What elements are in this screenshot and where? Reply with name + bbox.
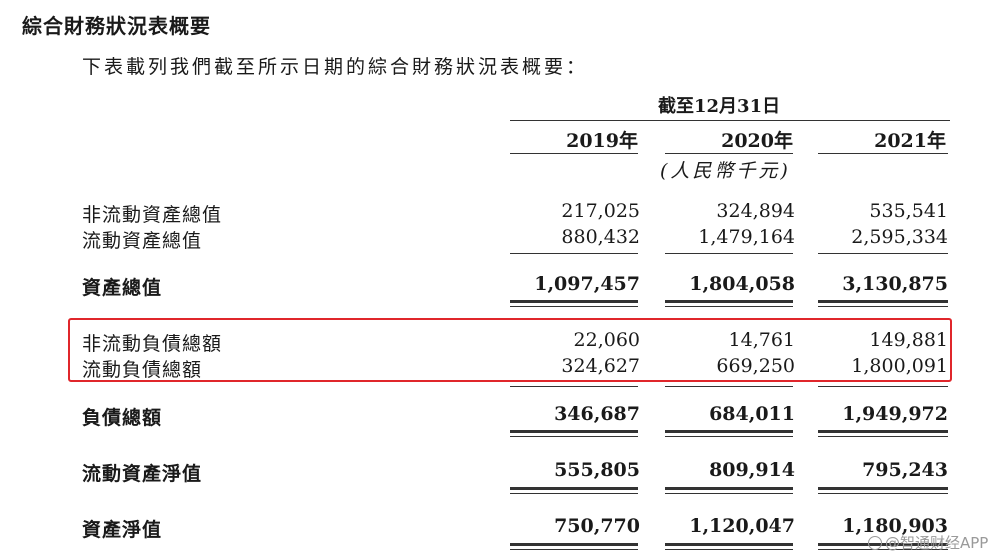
double-rule xyxy=(665,300,793,303)
total-row-label: 負債總額 xyxy=(82,407,163,429)
row-value: 1,479,164 xyxy=(698,226,795,248)
row-value: 669,250 xyxy=(716,355,795,377)
section-title: 綜合財務狀況表概要 xyxy=(22,14,211,38)
row-value: 14,761 xyxy=(728,329,795,351)
double-rule xyxy=(510,436,638,437)
double-rule xyxy=(665,487,793,490)
year-2020-header: 2020年 xyxy=(721,130,793,152)
row-value: 324,894 xyxy=(716,200,795,222)
total-row-value: 795,243 xyxy=(862,459,948,481)
row-value: 535,541 xyxy=(869,200,948,222)
watermark: @智通财经APP xyxy=(868,532,988,553)
double-rule xyxy=(510,487,638,490)
double-rule xyxy=(665,549,793,550)
double-rule xyxy=(510,493,638,494)
total-row-label: 資產總值 xyxy=(82,277,163,299)
double-rule xyxy=(510,300,638,303)
rule xyxy=(818,253,948,254)
total-row-value: 555,805 xyxy=(554,459,640,481)
double-rule xyxy=(510,306,638,307)
total-row-value: 684,011 xyxy=(709,403,795,425)
rule xyxy=(818,386,948,387)
double-rule xyxy=(818,487,948,490)
double-rule xyxy=(818,493,948,494)
unit-label: (人民幣千元) xyxy=(660,160,791,182)
year-2019-header: 2019年 xyxy=(566,130,638,152)
total-row-label: 資產淨值 xyxy=(82,519,163,541)
row-value: 2,595,334 xyxy=(851,226,948,248)
double-rule xyxy=(665,430,793,433)
row-label: 非流動資產總值 xyxy=(82,204,223,226)
year-underline-2 xyxy=(665,153,793,154)
row-label: 流動負債總額 xyxy=(82,359,203,381)
total-row-value: 809,914 xyxy=(709,459,795,481)
row-value: 217,025 xyxy=(561,200,640,222)
total-row-value: 750,770 xyxy=(554,515,640,537)
double-rule xyxy=(818,300,948,303)
double-rule xyxy=(665,493,793,494)
double-rule xyxy=(665,306,793,307)
row-label: 非流動負債總額 xyxy=(82,333,223,355)
double-rule xyxy=(510,543,638,546)
total-row-value: 346,687 xyxy=(554,403,640,425)
total-row-value: 1,804,058 xyxy=(689,273,795,295)
total-row-value: 1,120,047 xyxy=(689,515,795,537)
row-value: 22,060 xyxy=(573,329,640,351)
double-rule xyxy=(818,306,948,307)
rule xyxy=(665,386,793,387)
double-rule xyxy=(665,543,793,546)
double-rule xyxy=(510,430,638,433)
watermark-logo-icon xyxy=(868,536,882,550)
year-underline-1 xyxy=(510,153,638,154)
double-rule xyxy=(510,549,638,550)
rule xyxy=(510,386,638,387)
double-rule xyxy=(818,430,948,433)
row-value: 1,800,091 xyxy=(851,355,948,377)
period-header: 截至12月31日 xyxy=(658,96,781,117)
year-underline-3 xyxy=(818,153,948,154)
rule xyxy=(665,253,793,254)
double-rule xyxy=(665,436,793,437)
period-underline xyxy=(510,120,950,121)
total-row-value: 1,097,457 xyxy=(534,273,640,295)
row-value: 324,627 xyxy=(561,355,640,377)
rule xyxy=(510,253,638,254)
year-2021-header: 2021年 xyxy=(874,130,946,152)
double-rule xyxy=(818,436,948,437)
row-label: 流動資產總值 xyxy=(82,230,203,252)
watermark-text: @智通财经APP xyxy=(885,534,989,552)
total-row-value: 1,949,972 xyxy=(842,403,948,425)
total-row-value: 3,130,875 xyxy=(842,273,948,295)
total-row-label: 流動資產淨值 xyxy=(82,463,203,485)
intro-text: 下表載列我們截至所示日期的綜合財務狀況表概要： xyxy=(82,56,589,78)
row-value: 880,432 xyxy=(561,226,640,248)
row-value: 149,881 xyxy=(869,329,948,351)
